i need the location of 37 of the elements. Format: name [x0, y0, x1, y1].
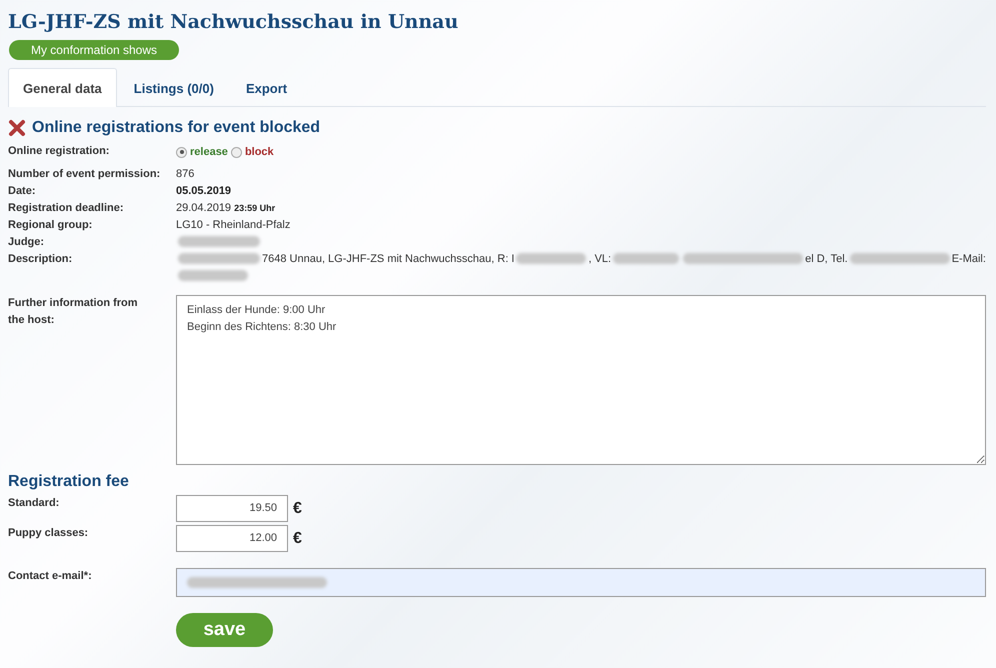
blurred-text [516, 253, 586, 264]
tab[interactable]: Listings (0/0) [118, 68, 229, 107]
currency-sign: € [293, 500, 302, 516]
section-heading: Registration fee [8, 472, 130, 490]
field-label: Standard: [8, 496, 60, 510]
field-label: Further information from the host: [8, 296, 139, 328]
email-field[interactable] [176, 568, 986, 596]
description-text: el D, Tel. [805, 252, 848, 264]
field-label: Registration deadline: [8, 200, 125, 216]
radio-option[interactable]: release [176, 144, 228, 160]
field-label: Contact e-mail*: [8, 568, 93, 584]
description-text: 876 [176, 168, 194, 180]
status-heading: Online registrations for event blocked [32, 119, 320, 137]
description-text: 29.04.2019 [176, 202, 232, 214]
field-label: Judge: [8, 234, 46, 250]
field-label: Number of event permission: [8, 166, 162, 182]
date-value: 05.05.2019 [176, 184, 232, 196]
field-label: Puppy classes: [8, 526, 90, 540]
fee-input[interactable]: 12.00 [176, 524, 288, 552]
blurred-text [613, 253, 680, 264]
description-text: , VL: [588, 252, 612, 264]
description-text: LG10 - Rheinland-Pfalz [176, 218, 290, 230]
field-label: Description: [8, 252, 74, 266]
field-label: Online registration: [8, 144, 110, 159]
page-title: LG-JHF-ZS mit Nachwuchsschau in Unnau [8, 10, 460, 35]
field-label: Regional group: [8, 218, 94, 232]
tab[interactable]: General data [8, 68, 117, 107]
radio-option[interactable]: block [230, 144, 274, 160]
tab[interactable]: Export [230, 68, 302, 107]
blurred-text [178, 270, 248, 282]
fee-input[interactable]: 19.50 [176, 494, 288, 522]
description-text: 7648 Unnau, LG-JHF-ZS mit Nachwuchsschau, R: I [262, 252, 514, 264]
field-label: Date: [8, 184, 37, 198]
time-value: 23:59 Uhr [234, 202, 276, 212]
description-text: E-Mail: [952, 252, 986, 264]
info-textarea[interactable]: Einlass der Hunde: 9:00 Uhr Beginn des Richtens: 8:30 Uhr [176, 294, 986, 464]
currency-sign: € [293, 530, 302, 546]
